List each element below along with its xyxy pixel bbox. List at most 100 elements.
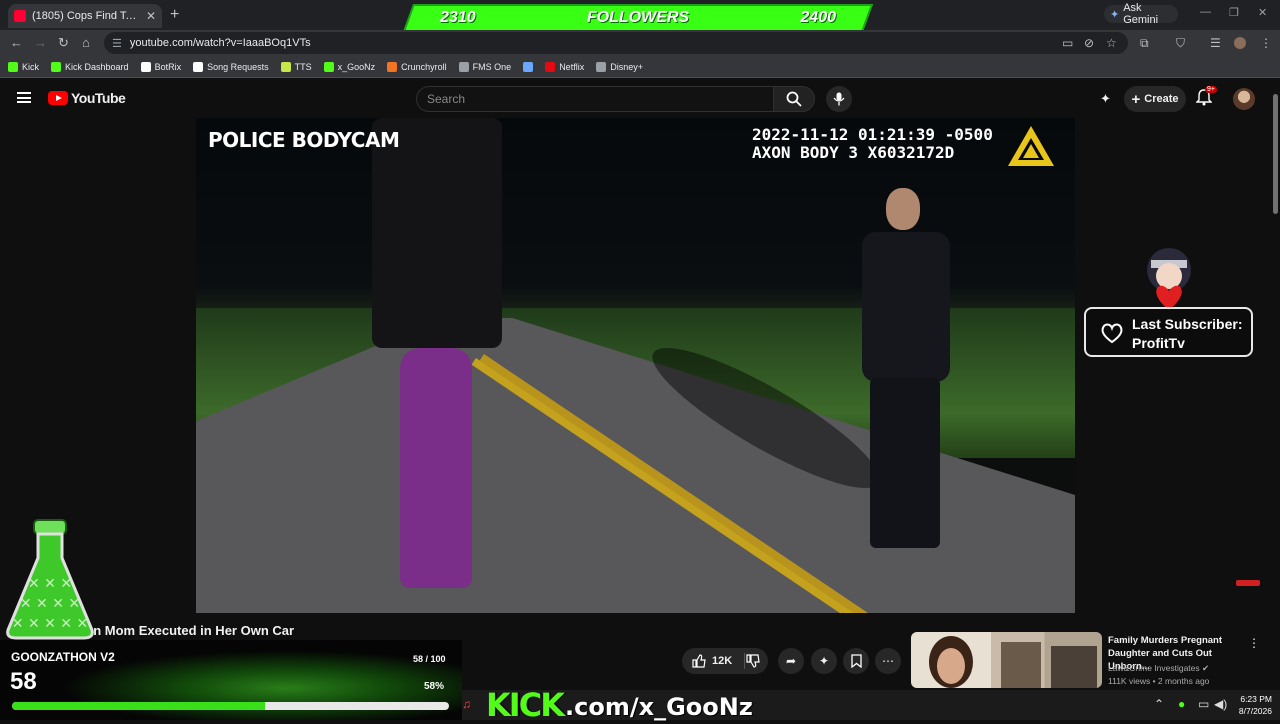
voice-search-button[interactable] [826,86,852,112]
forward-icon[interactable]: → [34,35,47,50]
back-icon[interactable]: ← [10,35,23,50]
bookmark-item[interactable] [523,61,534,72]
search-button[interactable] [773,86,815,112]
bookmark-item[interactable]: x_GooNz [323,61,375,72]
more-actions-button[interactable]: ⋯ [875,648,901,674]
video-player[interactable]: POLICE BODYCAM 2022-11-12 01:21:39 -0500… [196,118,1075,613]
recommended-meta: Law&Crime Investigates ✔ 111K views • 2 … [1108,662,1209,688]
subscriber-avatar-icon [1147,248,1191,310]
hamburger-menu-icon[interactable] [17,92,31,103]
youtube-play-icon [48,91,68,105]
goonzathon-panel: GOONZATHON V2 58 / 100 58 58% [0,640,462,720]
youtube-logo-text: YouTube [71,90,126,106]
person-figure [372,118,502,588]
officer-figure [846,188,966,548]
bookmark-item[interactable]: Kick Dashboard [51,61,129,72]
profile-avatar-icon[interactable] [1234,37,1246,49]
scrollbar-thumb[interactable] [1273,94,1278,214]
notification-badge: 9+ [1205,86,1217,93]
save-button[interactable] [843,648,869,674]
bookmark-star-icon[interactable]: ☆ [1106,36,1117,50]
music-app-icon[interactable]: ♫ [462,697,471,711]
bookmark-item[interactable]: Disney+ [596,61,643,72]
kick-icon [8,61,18,72]
bookmark-label: Disney+ [610,61,643,72]
kick-logo: KICK [486,686,565,724]
flask-mascot-icon: ✕ ✕ ✕ ✕ ✕ ✕ ✕ ✕ ✕ ✕ ✕ ✕ [6,519,94,640]
bookmarks-bar: Kick Kick Dashboard BotRix Song Requests TTS… [0,56,1280,78]
new-tab-button[interactable]: + [170,6,179,24]
recommended-views: 111K views • 2 months ago [1108,676,1210,686]
gemini-sparkle-icon: ✦ [1110,8,1120,21]
heart-icon [1101,323,1123,344]
bookmark-label: FMS One [472,61,512,72]
create-label: Create [1144,93,1179,105]
create-button[interactable]: + Create [1124,86,1186,112]
bookmark-label: Kick Dashboard [65,61,129,72]
thumbs-down-icon [746,654,760,668]
recommended-menu-icon[interactable]: ⋮ [1248,636,1260,650]
taskbar-clock[interactable]: 6:23 PM 8/7/2026 [1232,693,1272,717]
goonzathon-progress-fill [12,702,266,710]
ask-gemini-button[interactable]: ✦ Ask Gemini [1104,2,1178,26]
reading-list-icon[interactable]: ☰ [1210,36,1221,50]
bodycam-stamp: 2022-11-12 01:21:39 -0500 AXON BODY 3 X6… [752,126,993,162]
tray-mic-icon[interactable]: ● [1178,697,1185,711]
minimize-icon[interactable]: — [1200,6,1211,18]
bookmark-item[interactable]: Netflix [545,61,584,72]
youtube-header: YouTube Search ✦ + Create 9+ [0,80,1280,118]
bookmark-item[interactable]: Crunchyroll [387,61,447,72]
browser-toolbar: ← → ↻ ⌂ ☰ youtube.com/watch?v=IaaaBOq1VT… [0,30,1280,56]
hide-icon[interactable]: ⊘ [1084,36,1094,50]
maximize-icon[interactable]: ❐ [1229,6,1239,19]
share-button[interactable]: ➦ [778,648,804,674]
cast-icon[interactable]: ▭ [1062,36,1073,50]
tray-chevron-icon[interactable]: ⌃ [1154,697,1164,711]
video-title: en Mom Executed in Her Own Car [86,623,295,638]
goonzathon-progress-bar [12,702,449,710]
globe-icon [458,61,469,72]
music-icon [193,61,204,72]
close-window-icon[interactable]: ✕ [1258,6,1267,19]
user-avatar[interactable] [1233,88,1255,110]
close-tab-icon[interactable]: ✕ [146,9,156,23]
browser-menu-icon[interactable]: ⋮ [1260,36,1272,50]
followers-current: 2310 [440,9,476,26]
tray-speaker-icon[interactable]: ◀) [1214,697,1227,711]
tts-icon [280,61,291,72]
browser-tab-bar: (1805) Cops Find Teen Mom ✕ + 2310 FOLLO… [0,0,1280,32]
bookmark-label: Song Requests [207,61,269,72]
gamepad-icon[interactable]: ✦ [1100,91,1111,107]
home-icon[interactable]: ⌂ [82,35,90,50]
browser-tab[interactable]: (1805) Cops Find Teen Mom ✕ [8,4,162,28]
url-text: youtube.com/watch?v=IaaaBOq1VTs [129,37,311,49]
bookmark-item[interactable]: BotRix [140,61,181,72]
address-bar[interactable]: ☰ youtube.com/watch?v=IaaaBOq1VTs [104,32,1128,54]
kick-channel-banner: KICK .com/x_GooNz [486,686,753,724]
bodycam-timestamp: 2022-11-12 01:21:39 -0500 [752,125,993,144]
profile-extension-icon[interactable]: ⛉ [1176,36,1185,51]
page-scrollbar[interactable] [1270,80,1280,690]
site-info-icon[interactable]: ☰ [112,37,122,50]
subscribe-watermark-icon[interactable] [1236,580,1260,586]
youtube-logo[interactable]: YouTube [48,90,126,106]
extensions-icon[interactable]: ⧉ [1140,36,1149,51]
bookmark-label: Crunchyroll [401,61,447,72]
bookmark-item[interactable]: FMS One [458,61,512,72]
recommended-thumbnail[interactable] [911,632,1102,688]
bookmark-item[interactable]: Song Requests [193,61,269,72]
bookmark-item[interactable]: TTS [280,61,312,72]
thumbnail-image [929,636,1097,688]
search-input[interactable]: Search [416,86,774,112]
notifications-button[interactable]: 9+ [1195,86,1217,111]
bookmark-item[interactable]: Kick [8,61,40,72]
ask-ai-button[interactable]: ✦ [811,648,837,674]
recommended-channel[interactable]: Law&Crime Investigates [1108,663,1200,673]
kick-url: .com/x_GooNz [564,693,753,721]
followers-goal-bar: 2310 FOLLOWERS 2400 [402,4,874,32]
bookmark-label: Kick [22,61,40,72]
dislike-button[interactable] [740,648,766,674]
bookmark-icon [850,654,862,668]
tray-monitor-icon[interactable]: ▭ [1198,697,1209,711]
reload-icon[interactable]: ↻ [58,35,69,51]
